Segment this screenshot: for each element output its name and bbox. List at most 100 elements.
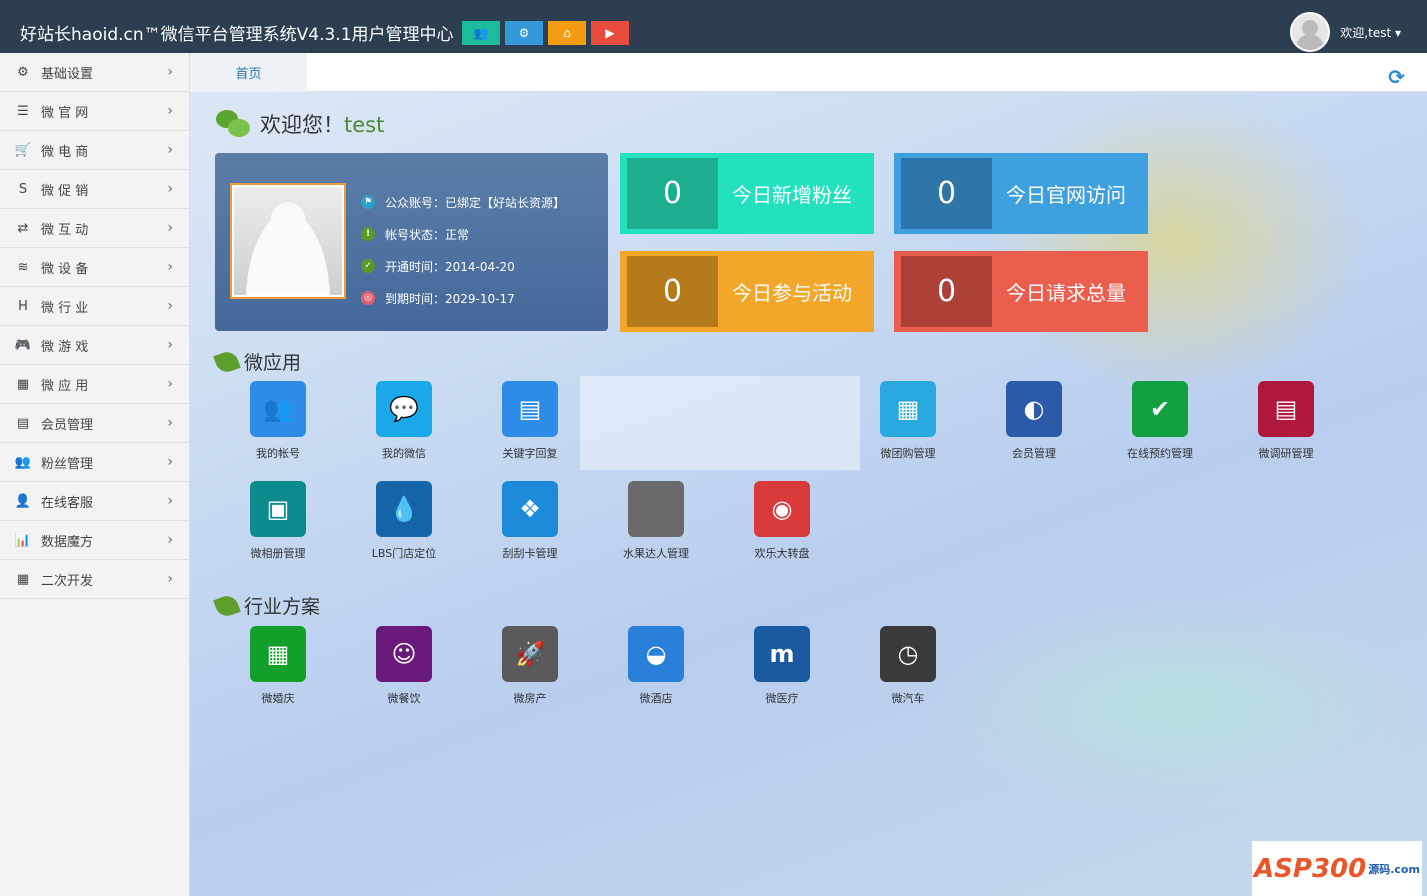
app-label: 关键字回复 bbox=[502, 447, 558, 460]
stat-value: 0 bbox=[627, 158, 718, 229]
sidebar-item[interactable]: ≋ 微 设 备 › bbox=[0, 248, 189, 287]
stat-card[interactable]: 0 今日新增粉丝 bbox=[620, 153, 874, 234]
app-icon: ▤ bbox=[502, 381, 558, 437]
chevron-right-icon: › bbox=[167, 64, 173, 80]
app-item[interactable]: 💬 我的微信 bbox=[341, 381, 467, 461]
profile-row: ✓ 开通时间：2014-04-20 bbox=[361, 250, 565, 282]
menu-icon: S bbox=[18, 181, 28, 197]
play-button[interactable]: ▶ bbox=[591, 21, 629, 45]
menu-icon: ⇄ bbox=[17, 220, 29, 236]
home-button[interactable]: ⌂ bbox=[548, 21, 586, 45]
app-icon: 💧 bbox=[376, 481, 432, 537]
tab-home[interactable]: 首页 bbox=[190, 53, 307, 92]
menu-icon: 🛒 bbox=[14, 142, 32, 158]
app-label: 刮刮卡管理 bbox=[502, 547, 558, 560]
sidebar-item[interactable]: 📊 数据魔方 › bbox=[0, 521, 189, 560]
menu-icon: ⚙ bbox=[17, 64, 29, 80]
sidebar-item-label: 微 电 商 bbox=[41, 144, 89, 160]
sidebar-item[interactable]: ▤ 会员管理 › bbox=[0, 404, 189, 443]
app-item[interactable]: ◷ 微汽车 bbox=[845, 626, 971, 706]
status-icon: ! bbox=[361, 227, 375, 241]
stat-label: 今日新增粉丝 bbox=[732, 183, 852, 207]
app-item[interactable]: 水果达人管理 bbox=[593, 481, 719, 561]
app-label: 微医疗 bbox=[765, 692, 799, 705]
app-item[interactable]: m 微医疗 bbox=[719, 626, 845, 706]
app-item[interactable]: 👥 我的帐号 bbox=[215, 381, 341, 461]
industry-section-title: 行业方案 bbox=[213, 592, 320, 619]
stat-card[interactable]: 0 今日官网访问 bbox=[894, 153, 1148, 234]
status-icon: ⚑ bbox=[361, 195, 375, 209]
app-item[interactable]: ▦ 微团购管理 bbox=[845, 381, 971, 461]
sidebar-item[interactable]: 🛒 微 电 商 › bbox=[0, 131, 189, 170]
app-item[interactable]: ▤ 微调研管理 bbox=[1223, 381, 1349, 461]
app-item[interactable]: ▤ 关键字回复 bbox=[467, 381, 593, 461]
home-icon: ⌂ bbox=[563, 26, 571, 40]
menu-icon: H bbox=[18, 298, 28, 314]
app-item[interactable]: ◉ 欢乐大转盘 bbox=[719, 481, 845, 561]
stat-card[interactable]: 0 今日参与活动 bbox=[620, 251, 874, 332]
app-item[interactable]: 💧 LBS门店定位 bbox=[341, 481, 467, 561]
app-icon: ◒ bbox=[628, 626, 684, 682]
chevron-right-icon: › bbox=[167, 376, 173, 392]
leaf-icon bbox=[213, 348, 241, 375]
sidebar-item[interactable]: ▦ 二次开发 › bbox=[0, 560, 189, 599]
app-icon: 👥 bbox=[250, 381, 306, 437]
sidebar-item[interactable]: 👥 粉丝管理 › bbox=[0, 443, 189, 482]
app-item[interactable]: ☺ 微餐饮 bbox=[341, 626, 467, 706]
app-label: 微房产 bbox=[513, 692, 547, 705]
chevron-right-icon: › bbox=[167, 220, 173, 236]
sidebar-item-label: 微 设 备 bbox=[41, 261, 89, 277]
menu-icon: ≋ bbox=[17, 259, 29, 275]
chevron-right-icon: › bbox=[167, 571, 173, 587]
sidebar-item[interactable]: ⇄ 微 互 动 › bbox=[0, 209, 189, 248]
app-item[interactable]: ◐ 会员管理 bbox=[971, 381, 1097, 461]
sidebar-item-label: 微 促 销 bbox=[41, 183, 89, 199]
users-icon: 👥 bbox=[473, 26, 489, 40]
sidebar-item-label: 会员管理 bbox=[41, 417, 94, 433]
profile-row: ! 帐号状态：正常 bbox=[361, 218, 565, 250]
chevron-right-icon: › bbox=[167, 103, 173, 119]
refresh-icon[interactable]: ⟳ bbox=[1388, 65, 1405, 89]
app-label: 我的微信 bbox=[382, 447, 426, 460]
app-label: LBS门店定位 bbox=[371, 547, 437, 560]
user-menu[interactable]: 欢迎,test ▾ bbox=[1290, 12, 1401, 52]
sidebar-item[interactable]: H 微 行 业 › bbox=[0, 287, 189, 326]
stat-value: 0 bbox=[901, 158, 992, 229]
main-content: 首页 ⟳ 欢迎您！test ⚑ 公众账号：已绑定【好站长资源】! 帐号状态：正常 ✓ 开… bbox=[190, 53, 1427, 896]
avatar[interactable] bbox=[1290, 12, 1331, 52]
sidebar-item[interactable]: 👤 在线客服 › bbox=[0, 482, 189, 521]
stat-card[interactable]: 0 今日请求总量 bbox=[894, 251, 1148, 332]
sidebar-item[interactable]: ⚙ 基础设置 › bbox=[0, 53, 189, 92]
app-icon: 💬 bbox=[376, 381, 432, 437]
sidebar-item-label: 在线客服 bbox=[41, 495, 94, 511]
user-greeting[interactable]: 欢迎,test ▾ bbox=[1340, 24, 1401, 41]
sidebar-item-label: 微 应 用 bbox=[41, 378, 89, 394]
app-icon: ☺ bbox=[376, 626, 432, 682]
sidebar-item-label: 微 官 网 bbox=[41, 105, 89, 121]
apps-section-title: 微应用 bbox=[213, 348, 301, 375]
users-button[interactable]: 👥 bbox=[462, 21, 500, 45]
app-item[interactable]: 🚀 微房产 bbox=[467, 626, 593, 706]
gear-button[interactable]: ⚙ bbox=[505, 21, 543, 45]
sidebar-item[interactable]: ☰ 微 官 网 › bbox=[0, 92, 189, 131]
sidebar-item[interactable]: 🎮 微 游 戏 › bbox=[0, 326, 189, 365]
app-item[interactable]: ✔ 在线预约管理 bbox=[1097, 381, 1223, 461]
profile-row-label: 帐号状态：正常 bbox=[385, 227, 470, 242]
menu-icon: ☰ bbox=[17, 103, 29, 119]
app-item[interactable]: ▣ 微相册管理 bbox=[215, 481, 341, 561]
menu-icon: 🎮 bbox=[14, 337, 32, 353]
chevron-right-icon: › bbox=[167, 181, 173, 197]
app-item[interactable]: ◒ 微酒店 bbox=[593, 626, 719, 706]
app-item[interactable]: ▦ 微婚庆 bbox=[215, 626, 341, 706]
top-header: 好站长haoid.cn™微信平台管理系统V4.3.1用户管理中心 👥 ⚙ ⌂ ▶ 欢迎… bbox=[0, 0, 1427, 53]
sidebar-item[interactable]: S 微 促 销 › bbox=[0, 170, 189, 209]
blank-placeholder bbox=[580, 376, 860, 470]
app-item[interactable]: ❖ 刮刮卡管理 bbox=[467, 481, 593, 561]
app-icon: ▦ bbox=[250, 626, 306, 682]
sidebar-item[interactable]: ▦ 微 应 用 › bbox=[0, 365, 189, 404]
wechat-icon bbox=[216, 110, 250, 138]
menu-icon: 👤 bbox=[14, 493, 32, 509]
app-label: 微餐饮 bbox=[387, 692, 421, 705]
sidebar-item-label: 二次开发 bbox=[41, 573, 94, 589]
welcome-heading: 欢迎您！test bbox=[216, 109, 384, 139]
